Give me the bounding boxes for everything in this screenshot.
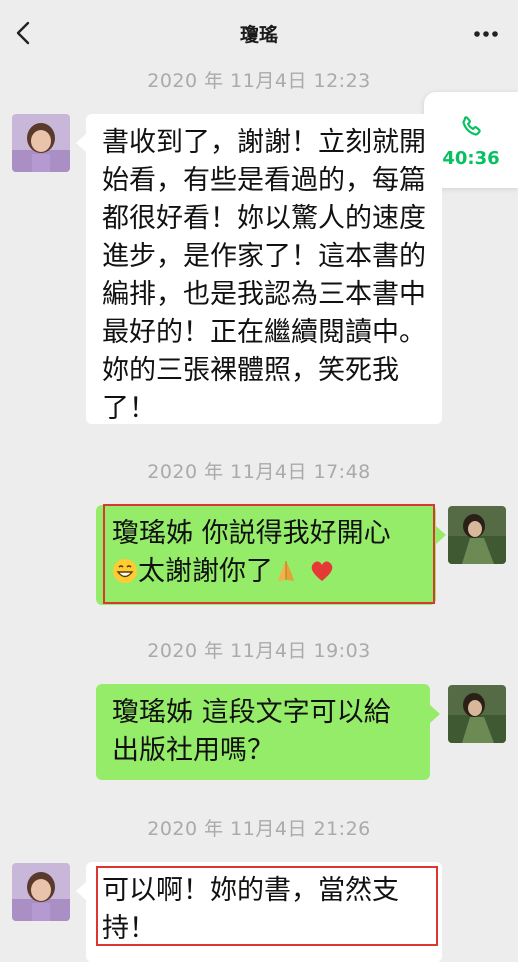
chat-bubble-received[interactable]: 可以啊！妳的書，當然支持！	[86, 862, 442, 962]
message-text-line: 瓊瑤姊 你説得我好開心	[112, 518, 391, 549]
chat-bubble-sent[interactable]: 瓊瑤姊 你説得我好開心 太謝謝你了	[96, 505, 436, 605]
bubble-tail	[436, 526, 446, 544]
contact-avatar-image	[12, 114, 70, 172]
contact-avatar-image	[12, 863, 70, 921]
chat-header: 瓊瑤	[0, 0, 518, 66]
folded-hands-icon	[278, 561, 294, 581]
bubble-tail	[76, 134, 86, 152]
chat-bubble-received[interactable]: 書收到了，謝謝！立刻就開始看，有些是看過的，每篇都很好看！妳以驚人的速度進步，是…	[86, 114, 442, 424]
message-timestamp: 2020 年 11月4日 12:23	[147, 70, 371, 92]
self-avatar-image	[448, 685, 506, 743]
avatar[interactable]	[448, 506, 506, 564]
message-text: 太謝謝你了	[138, 556, 273, 587]
avatar[interactable]	[448, 685, 506, 743]
chat-bubble-sent[interactable]: 瓊瑤姊 這段文字可以給出版社用嗎？	[96, 684, 430, 780]
chat-title: 瓊瑤	[239, 24, 278, 46]
phone-icon	[462, 116, 481, 136]
message-text-line: 太謝謝你了	[112, 553, 420, 591]
message-timestamp: 2020 年 11月4日 21:26	[147, 818, 371, 840]
more-options-icon[interactable]	[472, 22, 500, 46]
self-avatar-image	[448, 506, 506, 564]
grinning-face-icon	[113, 559, 137, 583]
message-timestamp: 2020 年 11月4日 17:48	[147, 461, 371, 483]
message-timestamp: 2020 年 11月4日 19:03	[147, 640, 371, 662]
avatar[interactable]	[12, 114, 70, 172]
bubble-tail	[76, 882, 86, 900]
red-heart-icon	[311, 561, 333, 581]
avatar[interactable]	[12, 863, 70, 921]
bubble-tail	[430, 705, 440, 723]
